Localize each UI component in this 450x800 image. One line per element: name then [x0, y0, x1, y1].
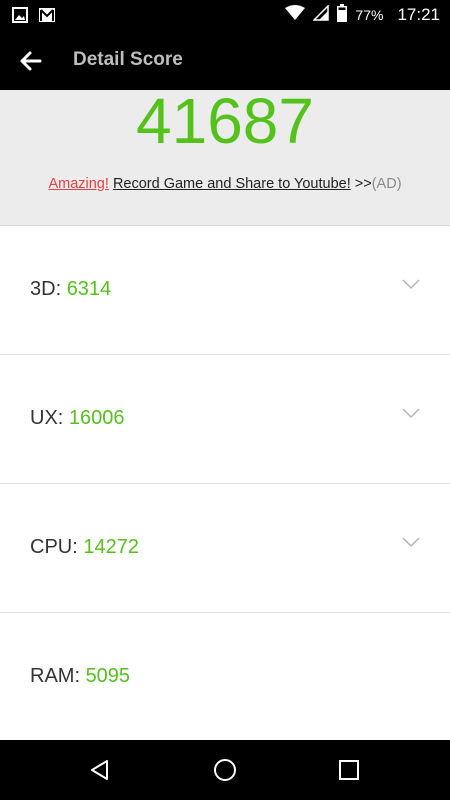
category-name: 3D:	[30, 278, 62, 300]
chevron-down-icon[interactable]	[402, 278, 420, 290]
total-score-panel: 41687 Amazing! Record Game and Share to …	[0, 86, 450, 226]
score-row-label: CPU: 14272	[30, 536, 139, 559]
score-row-label: 3D: 6314	[30, 278, 111, 301]
chevron-down-icon[interactable]	[402, 407, 420, 419]
chevron-down-icon[interactable]	[402, 536, 420, 548]
page-title: Detail Score	[73, 49, 183, 70]
promo-arrows: >>	[354, 176, 372, 192]
total-score: 41687	[136, 85, 314, 157]
battery-icon	[337, 3, 348, 27]
wifi-icon	[285, 4, 306, 26]
category-score: 16006	[68, 407, 125, 429]
image-icon	[12, 7, 28, 28]
category-name: UX:	[30, 407, 64, 429]
category-score: 5095	[85, 665, 131, 687]
promo-ad-label: (AD)	[371, 176, 402, 192]
category-score: 14272	[83, 536, 139, 558]
status-bar: 77% 17:21	[0, 0, 450, 30]
promo-amazing-link[interactable]: Amazing!	[48, 176, 108, 192]
back-triangle-icon	[91, 760, 108, 780]
score-row-ux[interactable]: UX: 16006	[0, 355, 450, 484]
recents-square-icon	[339, 760, 359, 780]
category-name: RAM:	[30, 665, 80, 687]
nav-back-button[interactable]	[85, 755, 115, 785]
score-row-cpu[interactable]: CPU: 14272	[0, 484, 450, 613]
category-name: CPU:	[30, 536, 78, 558]
gmail-icon	[38, 7, 56, 28]
nav-home-button[interactable]	[210, 755, 240, 785]
battery-percentage: 77%	[355, 7, 384, 23]
score-row-label: UX: 16006	[30, 407, 125, 430]
status-right-icons: 77% 17:21	[285, 0, 440, 30]
promo-record-link[interactable]: Record Game and Share to Youtube!	[113, 176, 351, 192]
back-button[interactable]	[16, 46, 46, 76]
score-row-3d[interactable]: 3D: 6314	[0, 226, 450, 355]
signal-icon	[312, 3, 330, 26]
score-row-ram: RAM: 5095	[0, 613, 450, 740]
score-row-label: RAM: 5095	[30, 665, 130, 688]
home-circle-icon	[214, 759, 236, 781]
category-score: 6314	[66, 278, 112, 300]
status-left-icons	[12, 7, 56, 28]
nav-recents-button[interactable]	[334, 755, 364, 785]
navigation-bar	[0, 740, 450, 800]
status-time: 17:21	[397, 5, 440, 24]
promo-banner: Amazing! Record Game and Share to Youtub…	[0, 176, 450, 192]
app-bar: Detail Score	[0, 30, 450, 90]
arrow-left-icon	[20, 51, 42, 71]
